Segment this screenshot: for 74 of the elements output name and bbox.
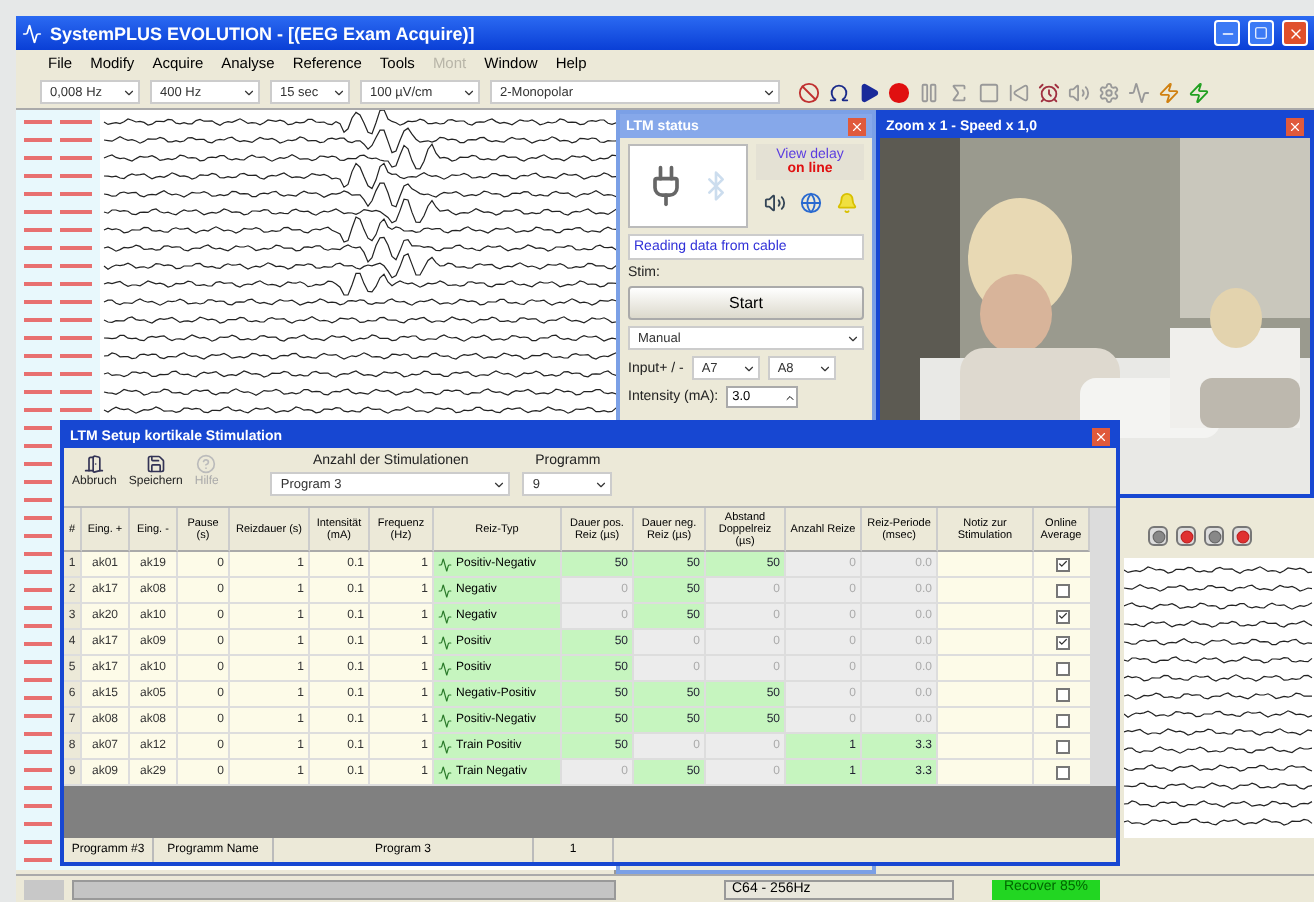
caret-icon xyxy=(762,85,776,99)
notes-cell[interactable] xyxy=(938,656,1034,682)
close-icon xyxy=(1094,429,1108,443)
pause-icon[interactable] xyxy=(918,81,940,103)
bell-icon xyxy=(835,192,857,214)
checkbox[interactable] xyxy=(1055,687,1069,701)
start-button[interactable]: Start xyxy=(628,286,864,320)
caret-icon xyxy=(462,85,476,99)
checkbox[interactable] xyxy=(1055,765,1069,779)
close-button[interactable] xyxy=(1282,20,1308,46)
notes-cell[interactable] xyxy=(938,734,1034,760)
caret-icon xyxy=(846,331,860,345)
caret-icon xyxy=(594,477,609,491)
checkbox[interactable] xyxy=(1055,661,1069,675)
rewind-icon[interactable] xyxy=(1008,81,1030,103)
checkbox[interactable] xyxy=(1055,635,1069,649)
dot-button[interactable] xyxy=(1148,526,1168,546)
close-button[interactable] xyxy=(1286,117,1304,135)
save-icon xyxy=(145,454,166,474)
check-icon xyxy=(1057,636,1067,648)
close-button[interactable] xyxy=(848,117,866,135)
checkbox[interactable] xyxy=(1055,739,1069,753)
caret-icon xyxy=(122,85,136,99)
lightning-icon[interactable] xyxy=(1158,81,1180,103)
record-icon[interactable] xyxy=(888,81,910,103)
circle-icon xyxy=(1235,529,1249,543)
status-panel xyxy=(24,879,64,899)
close-button[interactable] xyxy=(1092,427,1110,445)
dot-button[interactable] xyxy=(1204,526,1224,546)
checkbox[interactable] xyxy=(1055,583,1069,597)
lightning-icon[interactable] xyxy=(1188,81,1210,103)
globe-icon xyxy=(799,192,821,214)
door-icon xyxy=(84,454,105,474)
clock-icon[interactable] xyxy=(1038,81,1060,103)
circle-icon xyxy=(1207,529,1221,543)
caret-icon xyxy=(492,477,507,491)
no-entry-icon[interactable] xyxy=(798,81,820,103)
notes-cell[interactable] xyxy=(938,552,1034,578)
check-icon xyxy=(1057,558,1067,570)
play-icon[interactable] xyxy=(858,81,880,103)
speaker-icon[interactable] xyxy=(1068,81,1090,103)
minimize-button[interactable] xyxy=(1214,20,1240,46)
sigma-icon[interactable] xyxy=(948,81,970,103)
close-icon xyxy=(1288,119,1302,133)
circle-icon xyxy=(1151,529,1165,543)
check-icon xyxy=(1057,610,1067,622)
caret-icon xyxy=(332,85,346,99)
speaker-icon xyxy=(763,192,785,214)
caret-icon xyxy=(242,85,256,99)
dot-button[interactable] xyxy=(1232,526,1252,546)
notes-cell[interactable] xyxy=(938,760,1034,786)
help-icon xyxy=(196,454,217,474)
notes-cell[interactable] xyxy=(938,708,1034,734)
omega-icon[interactable] xyxy=(828,81,850,103)
notes-cell[interactable] xyxy=(938,604,1034,630)
checkbox[interactable] xyxy=(1055,557,1069,571)
notes-cell[interactable] xyxy=(938,630,1034,656)
close-icon xyxy=(850,119,864,133)
checkbox[interactable] xyxy=(1055,609,1069,623)
maximize-button[interactable] xyxy=(1248,20,1274,46)
checkbox[interactable] xyxy=(1055,713,1069,727)
notes-cell[interactable] xyxy=(938,578,1034,604)
gear-icon[interactable] xyxy=(1098,81,1120,103)
notes-cell[interactable] xyxy=(938,682,1034,708)
maximize-icon xyxy=(1254,26,1268,40)
app-icon xyxy=(22,23,42,43)
caret-icon xyxy=(817,361,832,375)
window-title: SystemPLUS EVOLUTION - [(EEG Exam Acquire)] xyxy=(50,23,477,43)
caret-icon xyxy=(741,361,756,375)
signal-icon[interactable] xyxy=(1128,81,1150,103)
dot-button[interactable] xyxy=(1176,526,1196,546)
circle-icon xyxy=(1179,529,1193,543)
square-icon[interactable] xyxy=(978,81,1000,103)
close-icon xyxy=(1287,25,1303,41)
